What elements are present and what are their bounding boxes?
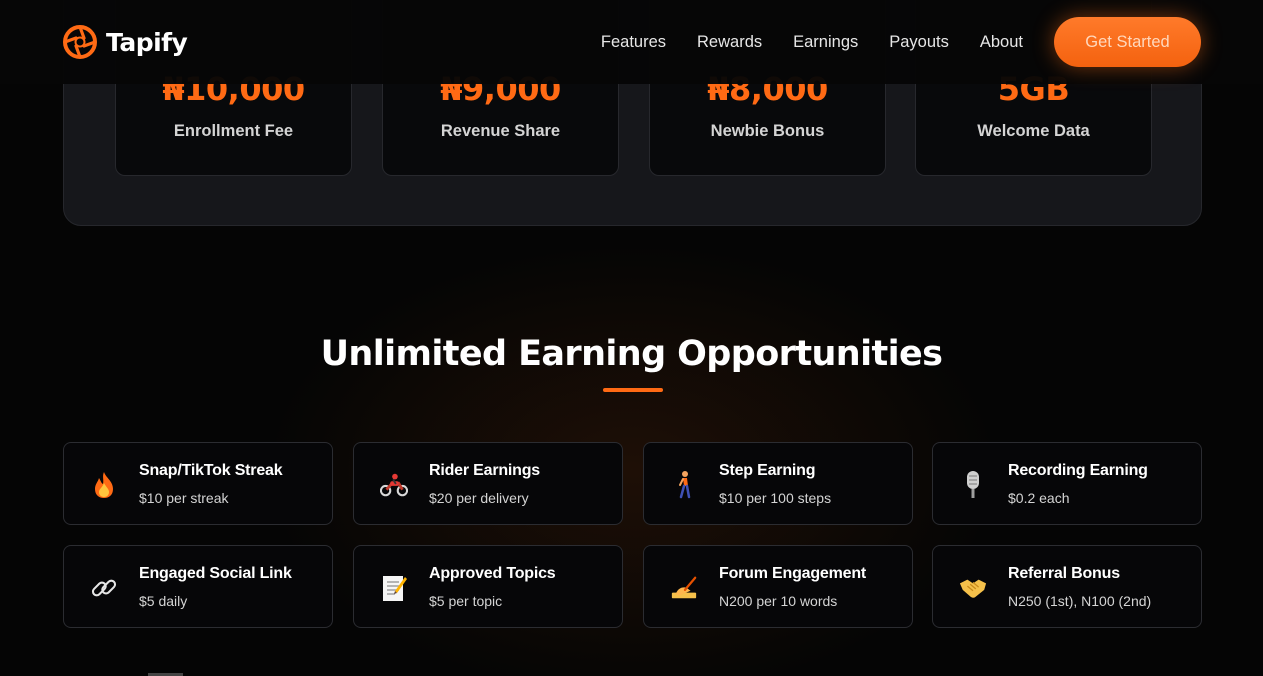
earning-rate: $10 per 100 steps xyxy=(719,490,832,506)
nav-links: Features Rewards Earnings Payouts About … xyxy=(601,17,1201,67)
handshake-icon xyxy=(959,574,987,602)
earning-card-referral-bonus[interactable]: Referral Bonus N250 (1st), N100 (2nd) xyxy=(932,545,1202,628)
earning-title: Recording Earning xyxy=(1008,462,1148,479)
earning-card-snap-tiktok-streak[interactable]: Snap/TikTok Streak $10 per streak xyxy=(63,442,333,525)
nav-link-earnings[interactable]: Earnings xyxy=(793,33,858,52)
earning-title: Referral Bonus xyxy=(1008,565,1120,582)
get-started-button[interactable]: Get Started xyxy=(1054,17,1201,67)
earning-card-step-earning[interactable]: Step Earning $10 per 100 steps xyxy=(643,442,913,525)
writing-hand-icon xyxy=(670,574,698,602)
earning-rate: $5 per topic xyxy=(429,593,503,609)
stat-label: Newbie Bonus xyxy=(710,122,825,140)
nav-link-about[interactable]: About xyxy=(980,33,1023,52)
link-icon xyxy=(90,574,118,602)
earning-rate: $20 per delivery xyxy=(429,490,529,506)
earning-title: Forum Engagement xyxy=(719,565,867,582)
earning-rate: N250 (1st), N100 (2nd) xyxy=(1008,593,1152,609)
earning-rate: N200 per 10 words xyxy=(719,593,838,609)
earning-rate: $5 daily xyxy=(139,593,188,609)
earning-title: Snap/TikTok Streak xyxy=(139,462,283,479)
nav-link-features[interactable]: Features xyxy=(601,33,666,52)
memo-icon xyxy=(380,574,408,602)
nav-link-rewards[interactable]: Rewards xyxy=(697,33,762,52)
brand-logo-link[interactable]: Tapify xyxy=(62,24,188,60)
aperture-logo-icon xyxy=(63,25,97,59)
title-underline xyxy=(603,388,663,392)
stat-label: Welcome Data xyxy=(977,122,1090,140)
earning-rate: $0.2 each xyxy=(1008,490,1070,506)
earning-card-engaged-social-link[interactable]: Engaged Social Link $5 daily xyxy=(63,545,333,628)
earning-title: Step Earning xyxy=(719,462,816,479)
earning-title: Rider Earnings xyxy=(429,462,541,479)
nav-link-payouts[interactable]: Payouts xyxy=(889,33,949,52)
earning-card-rider-earnings[interactable]: Rider Earnings $20 per delivery xyxy=(353,442,623,525)
earning-card-recording-earning[interactable]: Recording Earning $0.2 each xyxy=(932,442,1202,525)
motorcycle-icon xyxy=(380,471,408,499)
earning-title: Engaged Social Link xyxy=(139,565,292,582)
fire-icon xyxy=(90,471,118,499)
stat-label: Revenue Share xyxy=(440,122,561,140)
navbar: Tapify Features Rewards Earnings Payouts… xyxy=(0,0,1263,84)
earning-card-forum-engagement[interactable]: Forum Engagement N200 per 10 words xyxy=(643,545,913,628)
stat-label: Enrollment Fee xyxy=(173,122,294,140)
microphone-icon xyxy=(959,471,987,499)
section-title: Unlimited Earning Opportunities xyxy=(320,334,943,374)
earning-card-approved-topics[interactable]: Approved Topics $5 per topic xyxy=(353,545,623,628)
walking-person-icon xyxy=(670,471,698,499)
brand-name: Tapify xyxy=(106,27,188,57)
page: ₦10,000 Enrollment Fee ₦9,000 Revenue Sh… xyxy=(0,0,1263,676)
earning-title: Approved Topics xyxy=(429,565,556,582)
earning-rate: $10 per streak xyxy=(139,490,229,506)
